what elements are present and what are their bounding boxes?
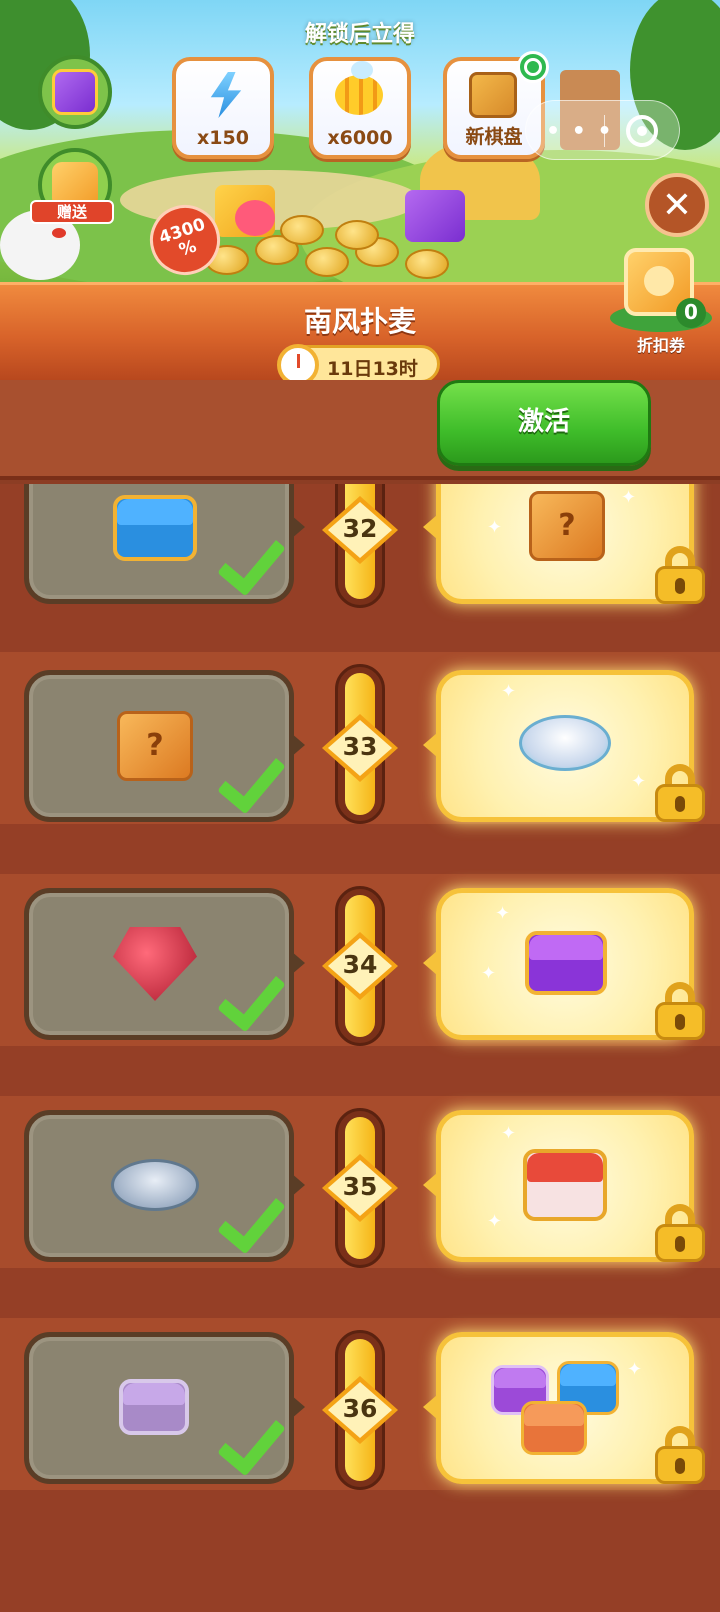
level-row: 32 ? ✦ ✦ <box>0 484 720 674</box>
sparkle-icon: ✦ <box>495 903 511 924</box>
flower-bowl-icon <box>519 699 615 785</box>
red-mystery-chest-icon <box>519 1139 615 1225</box>
board-icon <box>469 71 517 119</box>
level-row: 35 ✦ ✦ <box>0 1110 720 1332</box>
mystery-box-icon: ? <box>107 701 203 787</box>
level-number: 34 <box>342 950 378 979</box>
chest-bundle-icon <box>491 1361 631 1455</box>
coin <box>405 249 449 279</box>
sparkle-icon: ✦ <box>501 681 517 702</box>
activate-button[interactable]: 激活 <box>437 380 651 466</box>
discount-unit: % <box>176 236 199 261</box>
bee-icon <box>335 61 383 119</box>
reward-track[interactable]: 32 ? ✦ ✦ ? 33 ✦ ✦ 34 ✦ ✦ 35 ✦ ✦ 36 ✦ <box>0 484 720 1612</box>
discount-coupon[interactable]: 0 折扣券 <box>610 248 712 355</box>
lock-icon <box>655 546 705 604</box>
coin <box>280 215 324 245</box>
purple-star-chest-icon <box>107 1363 203 1449</box>
coupon-label: 折扣券 <box>636 336 685 355</box>
capsule-divider <box>604 115 605 147</box>
search-icon[interactable] <box>517 51 549 83</box>
claimed-check-icon <box>219 1189 279 1249</box>
level-number: 32 <box>342 514 378 543</box>
free-reward-card[interactable] <box>24 1332 305 1484</box>
chest-shortcut-button[interactable] <box>38 55 112 129</box>
event-timer: 11日13时 <box>277 344 440 386</box>
gift-box <box>405 190 465 242</box>
free-reward-card[interactable]: ? <box>24 670 305 822</box>
free-reward-card[interactable] <box>24 888 305 1040</box>
claimed-check-icon <box>219 749 279 809</box>
reward-card-energy[interactable]: x150 <box>172 57 274 159</box>
purple-chest-icon <box>52 69 98 115</box>
sparkle-icon: ✦ <box>631 771 647 792</box>
level-row: 34 ✦ ✦ <box>0 888 720 1110</box>
free-reward-card[interactable] <box>24 484 305 604</box>
sparkle-icon: ✦ <box>501 1123 517 1144</box>
sparkle-icon: ✦ <box>487 517 503 538</box>
claimed-check-icon <box>219 1411 279 1471</box>
close-miniprogram-icon[interactable] <box>626 115 658 147</box>
lock-icon <box>655 1204 705 1262</box>
sparkle-icon: ✦ <box>481 963 497 984</box>
timer-text: 11日13时 <box>327 358 418 380</box>
sparkle-icon: ✦ <box>627 1359 643 1380</box>
flower-bowl-icon <box>107 1141 203 1227</box>
lock-icon <box>655 1426 705 1484</box>
level-number: 35 <box>342 1172 378 1201</box>
lock-icon <box>655 764 705 822</box>
coupon-count: 0 <box>676 298 706 328</box>
ruby-gem-icon <box>107 919 203 1005</box>
coin <box>305 247 349 277</box>
sparkle-icon: ✦ <box>487 1211 503 1232</box>
heart-icon <box>235 200 275 236</box>
miniprogram-capsule[interactable]: • • • <box>525 100 680 160</box>
unlock-title: 解锁后立得 <box>304 22 415 47</box>
claimed-check-icon <box>219 531 279 591</box>
level-number: 33 <box>342 732 378 761</box>
mystery-box-icon: ? <box>519 484 615 567</box>
gift-tag: 赠送 <box>30 200 114 224</box>
close-button[interactable]: ✕ <box>645 173 709 237</box>
lock-icon <box>655 982 705 1040</box>
level-row: ? 33 ✦ ✦ <box>0 670 720 892</box>
sparkle-icon: ✦ <box>621 487 637 508</box>
lightning-icon <box>202 71 250 119</box>
reward-qty: x150 <box>197 127 249 149</box>
free-reward-card[interactable] <box>24 1110 305 1262</box>
claimed-check-icon <box>219 967 279 1027</box>
blue-chest-icon <box>107 484 203 569</box>
treasure-pile <box>195 185 495 295</box>
reward-qty: x6000 <box>327 127 393 149</box>
level-number: 36 <box>342 1394 378 1423</box>
level-row: 36 ✦ <box>0 1332 720 1554</box>
coin <box>335 220 379 250</box>
reward-card-bee[interactable]: x6000 <box>309 57 411 159</box>
purple-chest-icon <box>519 917 615 1003</box>
